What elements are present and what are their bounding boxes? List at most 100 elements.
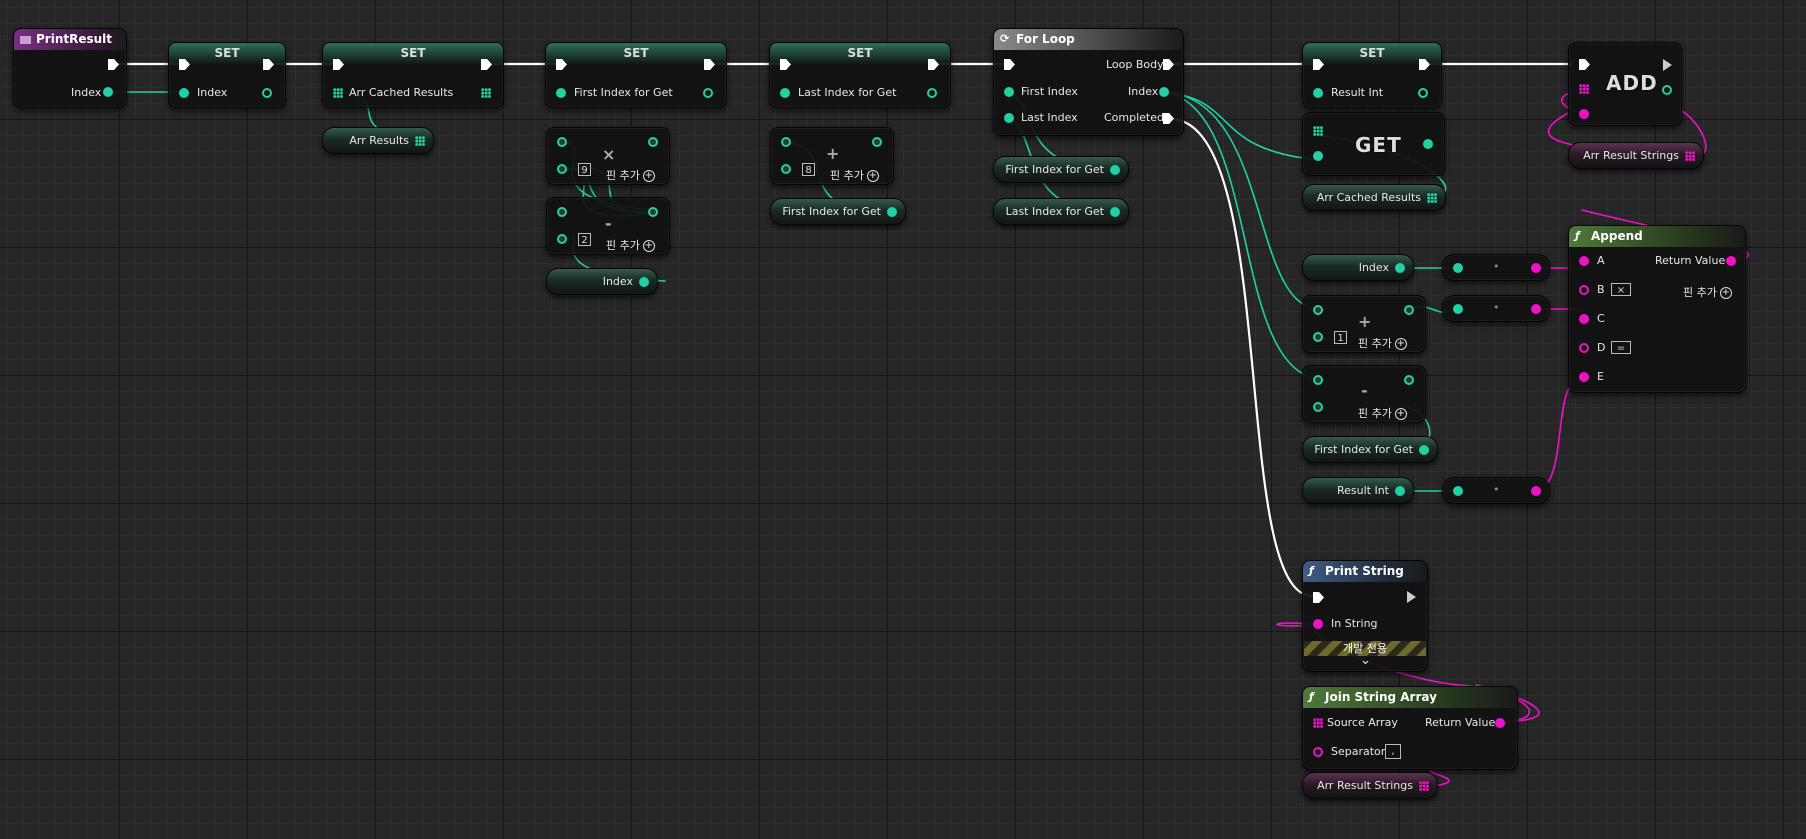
add-in-a-pin[interactable] (781, 137, 791, 147)
set-last-input-pin[interactable] (780, 88, 790, 98)
set-result-input-pin[interactable] (1313, 88, 1323, 98)
getter-arr-result-strings-bottom-pin[interactable] (1419, 781, 1429, 791)
event-node-printresult[interactable]: PrintResult Index (13, 28, 127, 108)
join-return-pin[interactable] (1495, 718, 1505, 728)
multiply-node[interactable]: 9 × 핀 추가 + (546, 127, 670, 185)
array-add-exec-in[interactable] (1579, 59, 1590, 70)
add-add-pin-button[interactable]: 핀 추가 + (830, 167, 879, 183)
array-get-out-pin[interactable] (1423, 139, 1433, 149)
set-last-output-pin[interactable] (927, 88, 937, 98)
conversion-a-in-pin[interactable] (1453, 263, 1463, 273)
getter-arr-cached-results[interactable]: Arr Cached Results (1302, 184, 1446, 211)
add-in-b-pin[interactable] (781, 164, 791, 174)
array-add-item-pin[interactable] (1579, 109, 1589, 119)
subtract-add-pin-button[interactable]: 핀 추가 + (606, 237, 655, 253)
subtract-in-a-pin[interactable] (557, 207, 567, 217)
array-add-node[interactable]: ADD (1568, 42, 1682, 126)
multiply-in-a-pin[interactable] (557, 137, 567, 147)
conversion-a-out-pin[interactable] (1531, 263, 1541, 273)
append-b-pin[interactable] (1579, 285, 1589, 295)
array-add-array-pin[interactable] (1579, 84, 1589, 94)
getter-first-index-loop[interactable]: First Index for Get (993, 156, 1129, 183)
multiply-in-b-pin[interactable] (557, 164, 567, 174)
to-string-conversion-e[interactable]: • (1442, 477, 1550, 504)
print-string-node[interactable]: ƒ Print String In String 개발 전용 ⌄ (1302, 560, 1428, 672)
getter-last-index-loop-pin[interactable] (1110, 207, 1120, 217)
getter-first-index-mid[interactable]: First Index for Get (770, 198, 906, 225)
subtract-b-value[interactable]: 2 (578, 233, 591, 246)
set-index-input-pin[interactable] (179, 88, 189, 98)
for-loop-node[interactable]: ⟳ For Loop Loop Body First Index Index La… (993, 28, 1184, 136)
add-b-value[interactable]: 8 (802, 163, 815, 176)
increment-b-value[interactable]: 1 (1334, 331, 1347, 344)
subtract-out-pin[interactable] (648, 207, 658, 217)
subtract-right-in-b-pin[interactable] (1313, 402, 1323, 412)
getter-arr-cached-pin[interactable] (1427, 193, 1437, 203)
print-string-exec-in[interactable] (1313, 592, 1324, 603)
set-arr-input-pin[interactable] (333, 88, 343, 98)
increment-add-pin-button[interactable]: 핀 추가 + (1358, 335, 1407, 351)
array-add-out-pin[interactable] (1662, 85, 1672, 95)
add-node[interactable]: 8 + 핀 추가 + (770, 127, 894, 185)
getter-first-index-right[interactable]: First Index for Get (1302, 436, 1438, 463)
join-string-array-node[interactable]: ƒ Join String Array Source Array Return V… (1302, 686, 1518, 770)
getter-result-int[interactable]: Result Int (1302, 477, 1414, 504)
to-string-conversion-a[interactable]: • (1442, 254, 1550, 281)
getter-arr-results[interactable]: Arr Results (322, 127, 434, 154)
array-add-exec-out[interactable] (1663, 59, 1672, 71)
getter-first-index-mid-pin[interactable] (887, 207, 897, 217)
set-index-output-pin[interactable] (262, 88, 272, 98)
multiply-b-value[interactable]: 9 (578, 163, 591, 176)
getter-arr-result-strings-bottom[interactable]: Arr Result Strings (1302, 772, 1438, 799)
print-string-in-string-pin[interactable] (1313, 619, 1323, 629)
getter-result-int-pin[interactable] (1395, 486, 1405, 496)
print-string-exec-out[interactable] (1407, 591, 1416, 603)
to-string-conversion-c[interactable]: • (1442, 295, 1550, 322)
event-exec-out-pin[interactable] (108, 59, 119, 70)
increment-node[interactable]: 1 + 핀 추가 + (1302, 295, 1426, 353)
expand-chevron-icon[interactable]: ⌄ (1360, 653, 1371, 668)
getter-index-right[interactable]: Index (1302, 254, 1414, 281)
getter-first-index-right-pin[interactable] (1419, 445, 1429, 455)
set-arr-cached-results-node[interactable]: SET Arr Cached Results (322, 42, 504, 108)
for-loop-index-pin[interactable] (1159, 87, 1169, 97)
append-return-pin[interactable] (1726, 256, 1736, 266)
getter-arr-results-pin[interactable] (415, 136, 425, 146)
append-d-pin[interactable] (1579, 343, 1589, 353)
set-first-input-pin[interactable] (556, 88, 566, 98)
conversion-c-in-pin[interactable] (1453, 304, 1463, 314)
set-first-index-node[interactable]: SET First Index for Get (545, 42, 727, 108)
increment-in-b-pin[interactable] (1313, 332, 1323, 342)
getter-arr-result-strings-top[interactable]: Arr Result Strings (1568, 142, 1704, 169)
conversion-e-in-pin[interactable] (1453, 486, 1463, 496)
increment-out-pin[interactable] (1404, 305, 1414, 315)
append-add-pin-button[interactable]: 핀 추가 + (1683, 284, 1732, 300)
set-index-node[interactable]: SET Index (168, 42, 286, 108)
increment-in-a-pin[interactable] (1313, 305, 1323, 315)
join-source-array-pin[interactable] (1313, 718, 1323, 728)
for-loop-first-index-pin[interactable] (1004, 87, 1014, 97)
getter-index-left-pin[interactable] (639, 277, 649, 287)
for-loop-body-pin[interactable] (1163, 59, 1174, 70)
subtract-right-add-pin-button[interactable]: 핀 추가 + (1358, 405, 1407, 421)
multiply-add-pin-button[interactable]: 핀 추가 + (606, 167, 655, 183)
array-get-array-pin[interactable] (1313, 126, 1323, 136)
subtract-node[interactable]: 2 - 핀 추가 + (546, 197, 670, 255)
join-separator-value[interactable]: , (1385, 744, 1401, 759)
getter-index-left[interactable]: Index (546, 268, 658, 295)
array-get-index-pin[interactable] (1313, 151, 1323, 161)
subtract-right-out-pin[interactable] (1404, 375, 1414, 385)
getter-last-index-loop[interactable]: Last Index for Get (993, 198, 1129, 225)
set-last-index-node[interactable]: SET Last Index for Get (769, 42, 951, 108)
append-node[interactable]: ƒ Append A Return Value B × 핀 추가 + C D = E (1568, 225, 1746, 393)
multiply-out-pin[interactable] (648, 137, 658, 147)
conversion-c-out-pin[interactable] (1531, 304, 1541, 314)
set-result-output-pin[interactable] (1418, 88, 1428, 98)
join-separator-pin[interactable] (1313, 747, 1323, 757)
set-result-int-node[interactable]: SET Result Int (1302, 42, 1442, 108)
array-get-node[interactable]: GET (1302, 112, 1445, 176)
for-loop-exec-in[interactable] (1004, 59, 1015, 70)
for-loop-last-index-pin[interactable] (1004, 113, 1014, 123)
append-d-value[interactable]: = (1611, 341, 1631, 354)
subtract-node-right[interactable]: - 핀 추가 + (1302, 365, 1426, 423)
